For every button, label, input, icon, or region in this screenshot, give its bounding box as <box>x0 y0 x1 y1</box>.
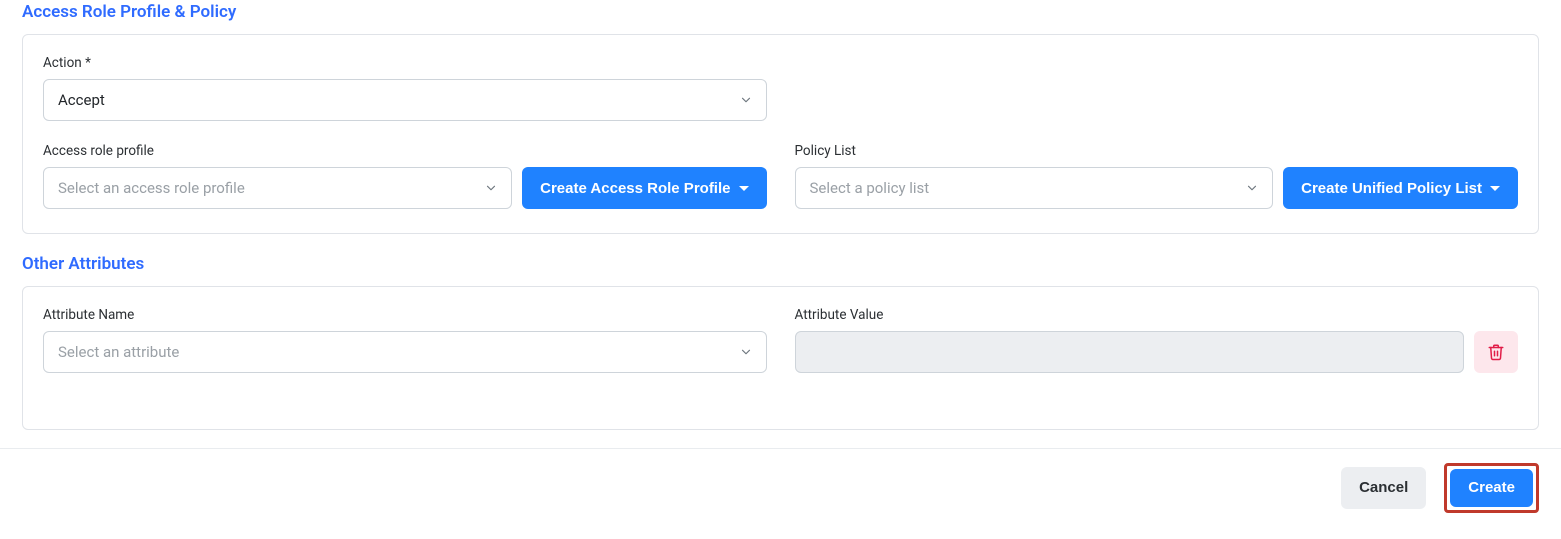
create-policy-button-label: Create Unified Policy List <box>1301 180 1482 197</box>
action-select-value: Accept <box>58 89 105 112</box>
create-unified-policy-list-button[interactable]: Create Unified Policy List <box>1283 167 1518 209</box>
attribute-name-label: Attribute Name <box>43 305 767 325</box>
policy-list-placeholder: Select a policy list <box>810 177 930 200</box>
create-button-label: Create <box>1468 479 1515 496</box>
create-button-highlight: Create <box>1444 463 1539 513</box>
attribute-name-placeholder: Select an attribute <box>58 341 179 364</box>
policy-list-label: Policy List <box>795 141 1519 161</box>
access-role-profile-placeholder: Select an access role profile <box>58 177 245 200</box>
attribute-value-input <box>795 331 1465 373</box>
cancel-button[interactable]: Cancel <box>1341 467 1426 509</box>
create-arp-button-label: Create Access Role Profile <box>540 180 730 197</box>
section-title-other-attributes: Other Attributes <box>22 252 1539 278</box>
panel-access-role: Action * Accept Access role profile <box>22 34 1539 235</box>
cancel-button-label: Cancel <box>1359 479 1408 496</box>
action-select[interactable]: Accept <box>43 79 767 121</box>
create-button[interactable]: Create <box>1450 469 1533 507</box>
access-role-profile-select[interactable]: Select an access role profile <box>43 167 512 209</box>
trash-icon <box>1487 343 1505 361</box>
panel-other-attributes: Attribute Name Select an attribute Attri… <box>22 286 1539 430</box>
attribute-name-select[interactable]: Select an attribute <box>43 331 767 373</box>
footer-bar: Cancel Create <box>0 448 1561 527</box>
access-role-profile-label: Access role profile <box>43 141 767 161</box>
action-label: Action * <box>43 53 767 73</box>
caret-down-icon <box>739 186 749 191</box>
caret-down-icon <box>1490 186 1500 191</box>
create-access-role-profile-button[interactable]: Create Access Role Profile <box>522 167 766 209</box>
delete-attribute-button[interactable] <box>1474 331 1518 373</box>
policy-list-select[interactable]: Select a policy list <box>795 167 1274 209</box>
attribute-value-label: Attribute Value <box>795 305 1465 325</box>
section-title-access-role: Access Role Profile & Policy <box>22 0 1539 26</box>
